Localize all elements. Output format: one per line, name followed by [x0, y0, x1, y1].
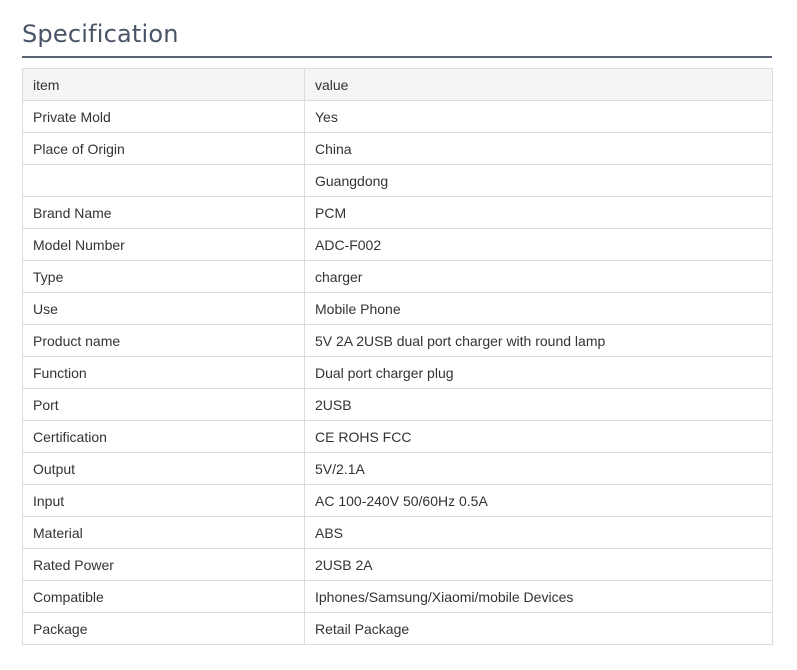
value-cell: 5V 2A 2USB dual port charger with round …	[304, 324, 773, 357]
item-cell: Compatible	[22, 580, 305, 613]
item-cell: Port	[22, 388, 305, 421]
value-cell: 2USB 2A	[304, 548, 773, 581]
item-cell: Model Number	[22, 228, 305, 261]
page-title: Specification	[22, 20, 179, 48]
header-cell-item: item	[22, 68, 305, 101]
value-cell: ABS	[304, 516, 773, 549]
item-cell: Type	[22, 260, 305, 293]
table-row: Certification CE ROHS FCC	[22, 420, 773, 453]
item-cell: Private Mold	[22, 100, 305, 133]
value-cell: Mobile Phone	[304, 292, 773, 325]
specification-section: Specification item value Private Mold Ye…	[22, 18, 773, 645]
value-cell: 2USB	[304, 388, 773, 421]
item-cell: Product name	[22, 324, 305, 357]
header-cell-value: value	[304, 68, 773, 101]
table-header-row: item value	[22, 68, 773, 101]
table-row: Brand Name PCM	[22, 196, 773, 229]
value-cell: CE ROHS FCC	[304, 420, 773, 453]
table-row: Function Dual port charger plug	[22, 356, 773, 389]
value-cell: Retail Package	[304, 612, 773, 645]
table-row: Product name 5V 2A 2USB dual port charge…	[22, 324, 773, 357]
item-cell	[22, 164, 305, 197]
value-cell: 5V/2.1A	[304, 452, 773, 485]
table-row: Port 2USB	[22, 388, 773, 421]
table-row: Guangdong	[22, 164, 773, 197]
item-cell: Place of Origin	[22, 132, 305, 165]
item-cell: Material	[22, 516, 305, 549]
title-divider	[22, 56, 772, 58]
item-cell: Package	[22, 612, 305, 645]
value-cell: Dual port charger plug	[304, 356, 773, 389]
value-cell: Iphones/Samsung/Xiaomi/mobile Devices	[304, 580, 773, 613]
item-cell: Brand Name	[22, 196, 305, 229]
table-row: Type charger	[22, 260, 773, 293]
table-row: Output 5V/2.1A	[22, 452, 773, 485]
value-cell: China	[304, 132, 773, 165]
table-row: Material ABS	[22, 516, 773, 549]
value-cell: ADC-F002	[304, 228, 773, 261]
table-row: Place of Origin China	[22, 132, 773, 165]
value-cell: Yes	[304, 100, 773, 133]
item-cell: Input	[22, 484, 305, 517]
item-cell: Function	[22, 356, 305, 389]
value-cell: Guangdong	[304, 164, 773, 197]
table-row: Compatible Iphones/Samsung/Xiaomi/mobile…	[22, 580, 773, 613]
table-row: Rated Power 2USB 2A	[22, 548, 773, 581]
table-row: Model Number ADC-F002	[22, 228, 773, 261]
table-row: Use Mobile Phone	[22, 292, 773, 325]
value-cell: PCM	[304, 196, 773, 229]
item-cell: Certification	[22, 420, 305, 453]
spec-table: item value Private Mold Yes Place of Ori…	[22, 68, 773, 645]
item-cell: Output	[22, 452, 305, 485]
value-cell: AC 100-240V 50/60Hz 0.5A	[304, 484, 773, 517]
item-cell: Rated Power	[22, 548, 305, 581]
table-row: Input AC 100-240V 50/60Hz 0.5A	[22, 484, 773, 517]
spec-table-body: item value Private Mold Yes Place of Ori…	[22, 68, 773, 645]
value-cell: charger	[304, 260, 773, 293]
table-row: Private Mold Yes	[22, 100, 773, 133]
table-row: Package Retail Package	[22, 612, 773, 645]
item-cell: Use	[22, 292, 305, 325]
